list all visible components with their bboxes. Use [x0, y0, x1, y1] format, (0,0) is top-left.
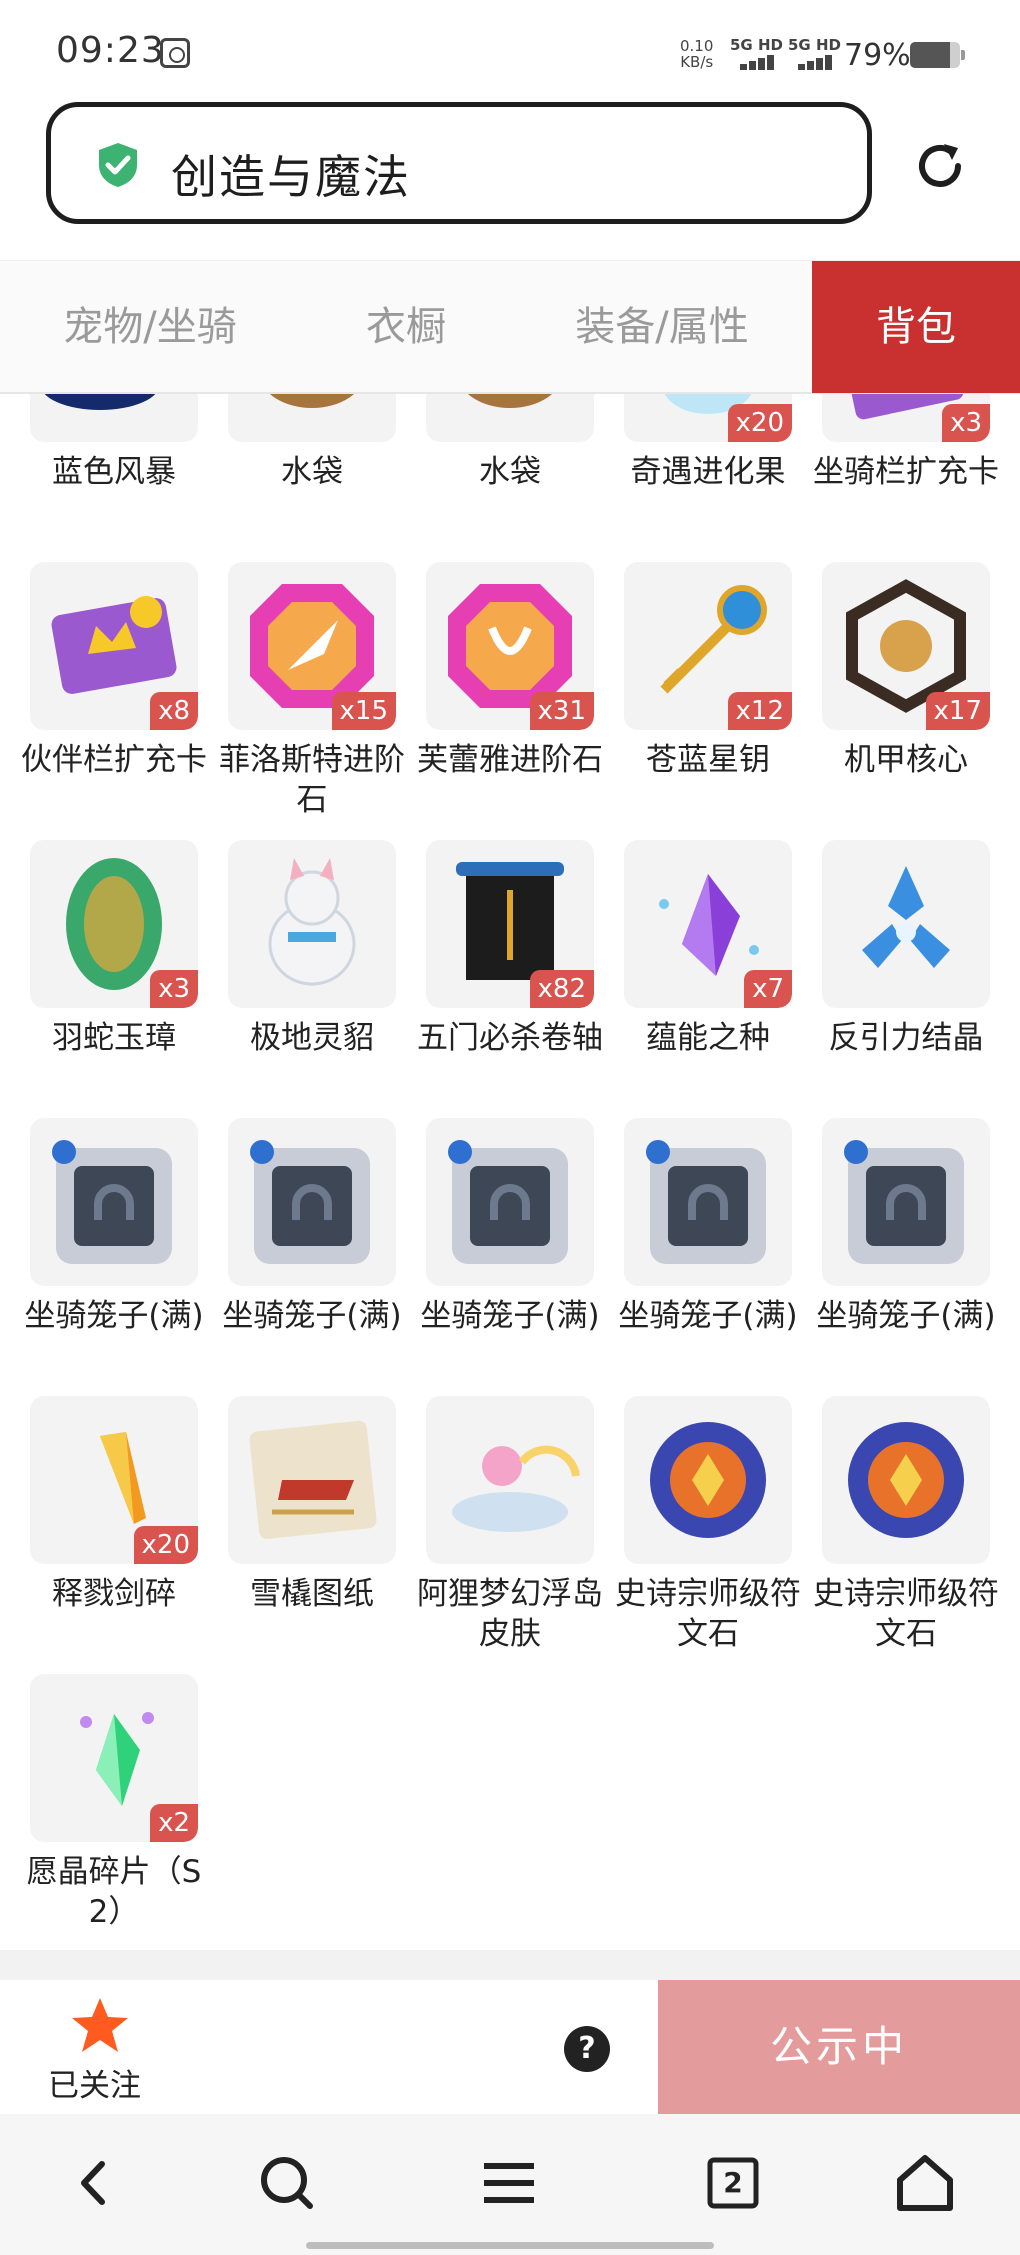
item-name: 五门必杀卷轴 [417, 1020, 603, 1056]
item-count-badge: x2 [150, 1804, 198, 1842]
item-count-badge: x3 [150, 970, 198, 1008]
menu-button[interactable] [474, 2148, 544, 2218]
cage-icon [844, 1140, 964, 1264]
item-name: 苍蓝星钥 [646, 742, 770, 778]
search-icon [261, 2157, 313, 2209]
item-name: 坐骑栏扩充卡 [813, 454, 999, 490]
item-name: 伙伴栏扩充卡 [21, 742, 207, 778]
network-speed: 0.10 KB/s [680, 38, 713, 70]
item-name: 芙蕾雅进阶石 [417, 742, 603, 778]
item-name: 蓝色风暴 [52, 454, 176, 490]
status-time: 09:23 [56, 30, 165, 71]
item-count-badge: x7 [744, 970, 792, 1008]
signal-label-1: 5G HD [730, 36, 783, 54]
tab-count: 2 [723, 2166, 743, 2199]
item-name: 机甲核心 [844, 742, 968, 778]
blueprint-icon [249, 1420, 377, 1539]
item-name: 水袋 [479, 454, 541, 490]
item-name: 菲洛斯特进阶石 [219, 742, 405, 818]
item-name: 史诗宗师级符文石 [813, 1576, 999, 1652]
page-title: 创造与魔法 [171, 150, 411, 204]
back-icon [81, 2161, 105, 2205]
reload-icon[interactable] [912, 138, 968, 194]
signal-bars-1-icon [730, 54, 776, 70]
item-count-badge: x3 [942, 404, 990, 442]
crystal-emblem-icon [862, 866, 950, 968]
item-name: 反引力结晶 [828, 1020, 984, 1056]
inventory-grid: 蓝色风暴 水袋 水袋 x20 奇遇进化果 x3 坐骑栏扩充卡 x8 伙伴栏扩充卡… [0, 394, 1020, 1944]
tab-wardrobe[interactable]: 衣橱 [300, 261, 512, 393]
tab-pets-mounts[interactable]: 宠物/坐骑 [0, 261, 300, 393]
water-bag-icon [269, 394, 355, 408]
signal-label-2: 5G HD [788, 36, 841, 54]
item-name: 坐骑笼子(满) [222, 1298, 402, 1334]
tab-bar: 宠物/坐骑 衣橱 装备/属性 背包 [0, 260, 1020, 394]
item-name: 坐骑笼子(满) [420, 1298, 600, 1334]
item-count-badge: x20 [133, 1526, 198, 1564]
home-button[interactable] [890, 2148, 960, 2218]
item-count-badge: x15 [331, 692, 396, 730]
item-name: 阿狸梦幻浮岛皮肤 [417, 1576, 603, 1652]
notice-button[interactable]: 公示中 [658, 1980, 1020, 2114]
home-icon [897, 2155, 953, 2211]
rune-icon [848, 1422, 964, 1538]
network-speed-value: 0.10 [680, 37, 714, 55]
tabs-button[interactable]: 2 [698, 2148, 768, 2218]
item-name: 水袋 [281, 454, 343, 490]
search-button[interactable] [252, 2148, 322, 2218]
item-count-badge: x17 [925, 692, 990, 730]
pet-icon [268, 858, 356, 986]
item-name: 奇遇进化果 [630, 454, 786, 490]
home-indicator [306, 2242, 714, 2249]
item-name: 愿晶碎片（S2） [26, 1854, 202, 1930]
menu-icon [484, 2163, 534, 2203]
browser-nav-bar: 2 [0, 2114, 1020, 2255]
water-bag-icon [467, 394, 553, 408]
item-name: 坐骑笼子(满) [816, 1298, 996, 1334]
battery-icon [910, 42, 960, 68]
tab-equipment[interactable]: 装备/属性 [512, 261, 812, 393]
item-name: 羽蛇玉璋 [52, 1020, 176, 1056]
notification-app-icon [160, 38, 190, 68]
cage-icon [448, 1140, 568, 1264]
network-speed-unit: KB/s [680, 53, 714, 71]
tab-backpack[interactable]: 背包 [812, 261, 1020, 393]
address-bar[interactable]: 创造与魔法 [46, 102, 872, 224]
battery-percent: 79% [844, 38, 911, 73]
item-count-badge: x31 [529, 692, 594, 730]
back-button[interactable] [60, 2148, 130, 2218]
rune-icon [650, 1422, 766, 1538]
favorite-label: 已关注 [48, 2068, 141, 2104]
signal-bars-2-icon [788, 54, 834, 70]
shield-check-icon [99, 143, 137, 187]
storm-icon [44, 394, 156, 410]
app-root: 09:23 0.10 KB/s 5G HD 5G HD 79% 创造与魔法 宠物… [0, 0, 1020, 2255]
item-count-badge: x8 [150, 692, 198, 730]
cage-icon [52, 1140, 172, 1264]
island-icon [452, 1445, 580, 1532]
status-bar: 09:23 0.10 KB/s 5G HD 5G HD 79% [0, 0, 1020, 100]
star-icon [72, 1998, 128, 2052]
question-icon[interactable]: ? [564, 2026, 610, 2072]
item-name: 蕴能之种 [646, 1020, 770, 1056]
item-count-badge: x20 [727, 404, 792, 442]
cage-icon [250, 1140, 370, 1264]
cage-icon [646, 1140, 766, 1264]
item-name: 极地灵貂 [250, 1020, 374, 1056]
action-bar: 已关注 ? 公示中 [0, 1980, 1020, 2114]
item-name: 坐骑笼子(满) [24, 1298, 204, 1334]
item-count-badge: x82 [529, 970, 594, 1008]
item-count-badge: x12 [727, 692, 792, 730]
item-name: 释戮剑碎 [52, 1576, 176, 1612]
section-divider [0, 1950, 1020, 1980]
item-name: 雪橇图纸 [250, 1576, 374, 1612]
item-name: 史诗宗师级符文石 [615, 1576, 801, 1652]
item-name: 坐骑笼子(满) [618, 1298, 798, 1334]
